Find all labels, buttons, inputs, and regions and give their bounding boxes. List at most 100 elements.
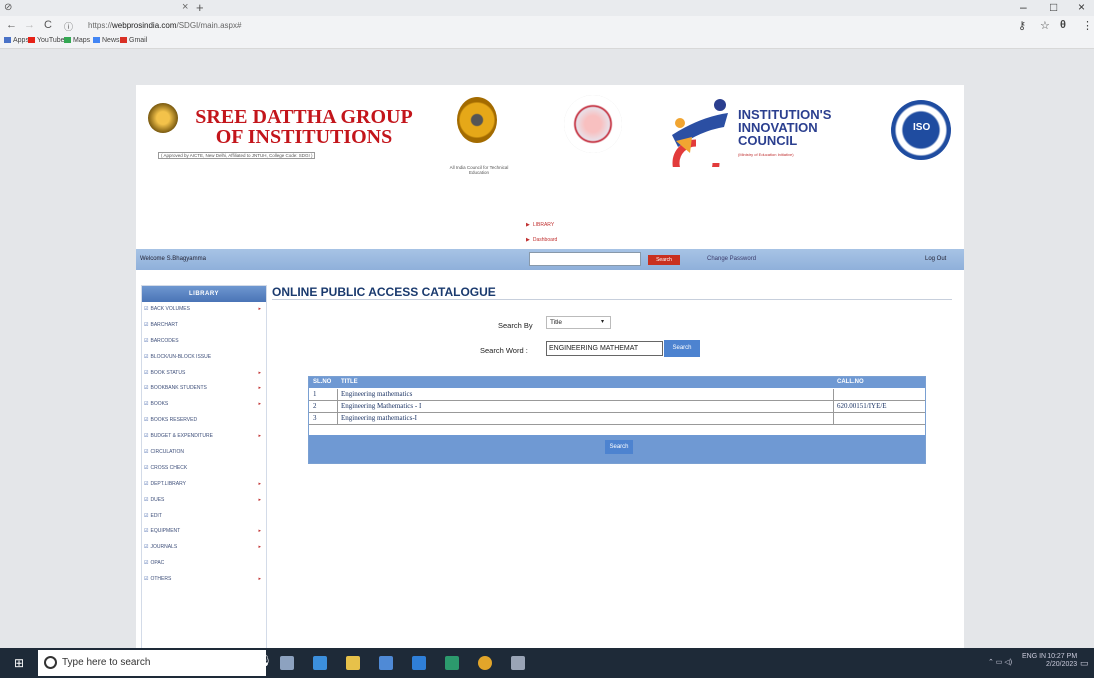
table-row[interactable]: 2 Engineering Mathematics - I 620.00151/IY…: [309, 401, 925, 413]
sidebar-item[interactable]: CIRCULATION: [142, 445, 266, 461]
nav-links: LIBRARY Dashboard: [526, 218, 557, 248]
page-title: ONLINE PUBLIC ACCESS CATALOGUE: [272, 285, 496, 299]
store-icon[interactable]: [379, 656, 393, 670]
sidebar-item[interactable]: BARCODES: [142, 334, 266, 350]
sidebar-item[interactable]: BOOKS ▸: [142, 397, 266, 413]
submenu-arrow-icon: ▸: [258, 369, 261, 376]
tab-close-icon[interactable]: ×: [182, 1, 188, 13]
bookmark-youtube[interactable]: YouTube: [28, 37, 65, 44]
bookmark-gmail[interactable]: Gmail: [120, 37, 147, 44]
search-by-select[interactable]: Title ▾: [546, 316, 611, 329]
star-icon[interactable]: ☆: [1040, 19, 1050, 32]
submenu-arrow-icon: ▸: [258, 576, 261, 583]
sidebar-item[interactable]: EDIT: [142, 509, 266, 525]
file-explorer-icon[interactable]: [346, 656, 360, 670]
footer-search-button[interactable]: Search: [605, 440, 633, 454]
top-search-button[interactable]: Search: [648, 255, 680, 265]
sidebar-item-label: OPAC: [150, 560, 165, 567]
sidebar-item[interactable]: BACK VOLUMES ▸: [142, 302, 266, 318]
column-header-callno: CALL.NO: [837, 379, 864, 385]
account-icon[interactable]: θ: [1060, 19, 1066, 31]
sidebar-item-label: OTHERS: [150, 576, 172, 583]
nav-link-library[interactable]: LIBRARY: [526, 218, 557, 233]
sidebar-item[interactable]: BOOKBANK STUDENTS ▸: [142, 381, 266, 397]
top-search-input[interactable]: [529, 252, 641, 266]
nav-link-dashboard[interactable]: Dashboard: [526, 233, 557, 248]
taskbar: ⊞ Type here to search 🎙 ⌃ ▭ ◁) ENG IN 10…: [0, 648, 1094, 678]
tray-language[interactable]: ENG IN: [1022, 653, 1046, 661]
sidebar-menu: LIBRARY BACK VOLUMES ▸ BARCHART BARCODES BLO…: [141, 285, 267, 650]
bookmarks-bar: Apps YouTube Maps News Gmail: [0, 36, 1094, 49]
close-window-button[interactable]: ×: [1078, 0, 1085, 14]
windows-start-icon[interactable]: ⊞: [14, 656, 27, 670]
sidebar-item[interactable]: DEPT.LIBRARY ▸: [142, 477, 266, 493]
dropdown-caret-icon: ▾: [600, 319, 604, 325]
address-bar: ← → C ⓘ https://webprosindia.com/SDGI/ma…: [0, 16, 1094, 36]
submenu-arrow-icon: ▸: [258, 306, 261, 312]
sidebar-item[interactable]: BLOCK/UN-BLOCK ISSUE: [142, 350, 266, 366]
sidebar-item[interactable]: BOOK STATUS ▸: [142, 366, 266, 382]
search-button[interactable]: Search: [664, 340, 700, 357]
taskbar-search[interactable]: Type here to search: [38, 650, 266, 676]
cell-title: Engineering Mathematics - I: [341, 402, 422, 410]
column-divider: [337, 401, 338, 412]
back-icon[interactable]: ←: [6, 19, 17, 31]
paint-icon[interactable]: [511, 656, 525, 670]
bookmark-news[interactable]: News: [93, 37, 120, 44]
table-row[interactable]: 3 Engineering mathematics-I: [309, 413, 925, 425]
column-header-slno: SL.NO: [313, 379, 332, 385]
key-icon[interactable]: ⚷: [1018, 19, 1026, 32]
iic-subtitle: (Ministry of Education Initiative): [738, 152, 794, 157]
sidebar-item[interactable]: BUDGET & EXPENDITURE ▸: [142, 429, 266, 445]
sidebar-item[interactable]: OPAC: [142, 556, 266, 572]
column-divider: [833, 389, 834, 400]
jntu-logo: [564, 95, 622, 153]
sidebar-item[interactable]: OTHERS ▸: [142, 572, 266, 588]
menu-icon[interactable]: ⋮: [1082, 19, 1093, 32]
chrome-icon[interactable]: [478, 656, 492, 670]
search-word-input[interactable]: ENGINEERING MATHEMAT: [546, 341, 663, 356]
maximize-button[interactable]: □: [1050, 0, 1057, 14]
tray-clock[interactable]: 10:27 PM 2/20/2023: [1046, 653, 1077, 669]
title-divider: [272, 299, 952, 300]
sidebar-item-label: BOOK STATUS: [150, 369, 186, 376]
bookmark-apps[interactable]: Apps: [4, 37, 29, 44]
sidebar-item[interactable]: DUES ▸: [142, 493, 266, 509]
new-tab-button[interactable]: +: [196, 0, 204, 15]
sidebar-item-label: BARCODES: [150, 337, 179, 344]
sidebar-item-label: BOOKS: [150, 401, 169, 408]
edge-icon[interactable]: [313, 656, 327, 670]
forward-icon[interactable]: →: [24, 19, 35, 31]
taskbar-search-placeholder: Type here to search: [62, 657, 151, 668]
top-bar: Welcome S.Bhagyamma Search Change Passwo…: [136, 249, 964, 270]
notification-icon[interactable]: ▭: [1080, 658, 1089, 669]
sidebar-item-label: BOOKBANK STUDENTS: [150, 385, 207, 392]
minimize-button[interactable]: –: [1020, 0, 1027, 14]
info-icon[interactable]: ⓘ: [64, 20, 73, 33]
microphone-icon[interactable]: 🎙: [258, 654, 272, 667]
logout-link[interactable]: Log Out: [925, 256, 946, 262]
sidebar-item-label: CIRCULATION: [150, 449, 185, 456]
url-field[interactable]: https://webprosindia.com/SDGI/main.aspx#: [88, 21, 241, 30]
search-icon: [44, 656, 57, 669]
cell-slno: 3: [313, 414, 317, 422]
bookmark-maps[interactable]: Maps: [64, 37, 90, 44]
sidebar-item[interactable]: EQUIPMENT ▸: [142, 524, 266, 540]
sidebar-item[interactable]: BOOKS RESERVED: [142, 413, 266, 429]
cell-title: Engineering mathematics-I: [341, 414, 417, 422]
sidebar-item-label: BOOKS RESERVED: [150, 417, 198, 424]
sidebar-item-label: BLOCK/UN-BLOCK ISSUE: [150, 353, 212, 360]
photos-icon[interactable]: [445, 656, 459, 670]
sidebar-item-label: CROSS CHECK: [150, 464, 188, 471]
task-view-icon[interactable]: [280, 656, 294, 670]
mail-icon[interactable]: [412, 656, 426, 670]
sidebar-item[interactable]: CROSS CHECK: [142, 461, 266, 477]
college-name: SREE DATTHA GROUP OF INSTITUTIONS: [195, 106, 413, 148]
reload-icon[interactable]: C: [44, 19, 52, 31]
aicte-caption: All India Council for Technical Educatio…: [449, 165, 509, 175]
tray-icons[interactable]: ⌃ ▭ ◁): [988, 658, 1012, 666]
change-password-link[interactable]: Change Password: [707, 256, 756, 262]
sidebar-item[interactable]: BARCHART: [142, 318, 266, 334]
sidebar-item[interactable]: JOURNALS ▸: [142, 540, 266, 556]
table-row[interactable]: 1 Engineering mathematics: [309, 389, 925, 401]
